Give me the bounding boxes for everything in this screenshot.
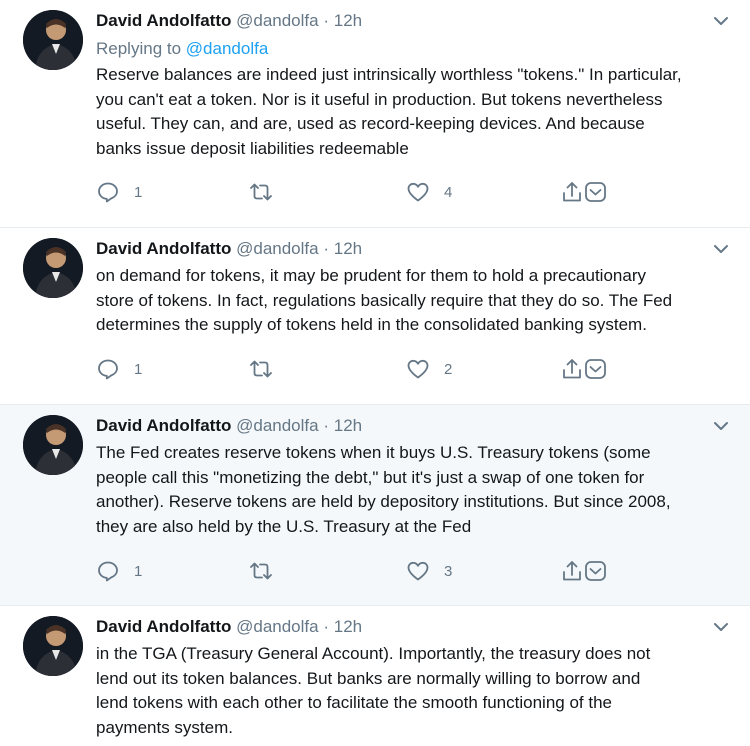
author-name[interactable]: David Andolfatto [96, 11, 231, 30]
tweet-thread: David Andolfatto @dandolfa · 12h Replyin… [0, 0, 750, 746]
tweet[interactable]: David Andolfatto @dandolfa · 12h The Fed… [0, 405, 750, 606]
tweet-text: on demand for tokens, it may be prudent … [96, 266, 673, 334]
author-handle[interactable]: @dandolfa [236, 239, 319, 258]
retweet-button[interactable] [248, 558, 288, 584]
tweet[interactable]: David Andolfatto @dandolfa · 12h Replyin… [0, 0, 750, 228]
like-button[interactable]: 3 [406, 558, 452, 584]
replying-label: Replying to [96, 39, 182, 58]
chevron-down-icon[interactable] [712, 12, 730, 30]
retweet-button[interactable] [248, 356, 288, 382]
tweet-header: David Andolfatto @dandolfa · 12h [96, 10, 362, 32]
timestamp[interactable]: 12h [334, 416, 362, 435]
like-icon [406, 559, 430, 583]
reply-icon [96, 357, 120, 381]
avatar[interactable] [23, 238, 83, 298]
tweet-actions: 1 2 [96, 356, 626, 382]
retweet-icon [248, 180, 274, 204]
like-icon [406, 357, 430, 381]
tweet-text: in the TGA (Treasury General Account). I… [96, 644, 651, 737]
share-button[interactable] [560, 179, 608, 205]
retweet-icon [248, 559, 274, 583]
tweet[interactable]: David Andolfatto @dandolfa · 12h in the … [0, 606, 750, 746]
author-name[interactable]: David Andolfatto [96, 239, 231, 258]
like-count: 2 [444, 360, 453, 378]
reply-button[interactable]: 1 [96, 356, 142, 382]
separator-dot: · [323, 416, 330, 435]
tweet[interactable]: David Andolfatto @dandolfa · 12h on dema… [0, 228, 750, 405]
chevron-down-icon[interactable] [712, 417, 730, 435]
retweet-icon [248, 357, 274, 381]
avatar[interactable] [23, 616, 83, 676]
separator-dot: · [323, 617, 330, 636]
separator-dot: · [323, 11, 330, 30]
chevron-down-icon[interactable] [712, 240, 730, 258]
share-button[interactable] [560, 356, 608, 382]
reply-count: 1 [134, 183, 143, 201]
reply-count: 1 [134, 360, 143, 378]
like-count: 3 [444, 562, 453, 580]
reply-count: 1 [134, 562, 143, 580]
author-handle[interactable]: @dandolfa [236, 416, 319, 435]
author-handle[interactable]: @dandolfa [236, 617, 319, 636]
like-count: 4 [444, 183, 453, 201]
replying-to: Replying to @dandolfa [96, 38, 268, 60]
reply-icon [96, 559, 120, 583]
timestamp[interactable]: 12h [334, 617, 362, 636]
replying-handle-link[interactable]: @dandolfa [186, 39, 269, 58]
author-name[interactable]: David Andolfatto [96, 617, 231, 636]
share-icon [560, 559, 608, 583]
reply-button[interactable]: 1 [96, 179, 142, 205]
tweet-text: Reserve balances are indeed just intrins… [96, 65, 682, 158]
separator-dot: · [323, 239, 330, 258]
reply-button[interactable]: 1 [96, 558, 142, 584]
avatar[interactable] [23, 10, 83, 70]
timestamp[interactable]: 12h [334, 11, 362, 30]
like-button[interactable]: 4 [406, 179, 452, 205]
share-icon [560, 180, 608, 204]
chevron-down-icon[interactable] [712, 618, 730, 636]
like-icon [406, 180, 430, 204]
tweet-actions: 1 4 [96, 179, 626, 205]
tweet-header: David Andolfatto @dandolfa · 12h [96, 415, 362, 437]
share-button[interactable] [560, 558, 608, 584]
author-handle[interactable]: @dandolfa [236, 11, 319, 30]
reply-icon [96, 180, 120, 204]
timestamp[interactable]: 12h [334, 239, 362, 258]
like-button[interactable]: 2 [406, 356, 452, 382]
share-icon [560, 357, 608, 381]
tweet-actions: 1 3 [96, 558, 626, 584]
tweet-text: The Fed creates reserve tokens when it b… [96, 443, 671, 536]
avatar[interactable] [23, 415, 83, 475]
tweet-header: David Andolfatto @dandolfa · 12h [96, 238, 362, 260]
retweet-button[interactable] [248, 179, 288, 205]
author-name[interactable]: David Andolfatto [96, 416, 231, 435]
tweet-header: David Andolfatto @dandolfa · 12h [96, 616, 362, 638]
